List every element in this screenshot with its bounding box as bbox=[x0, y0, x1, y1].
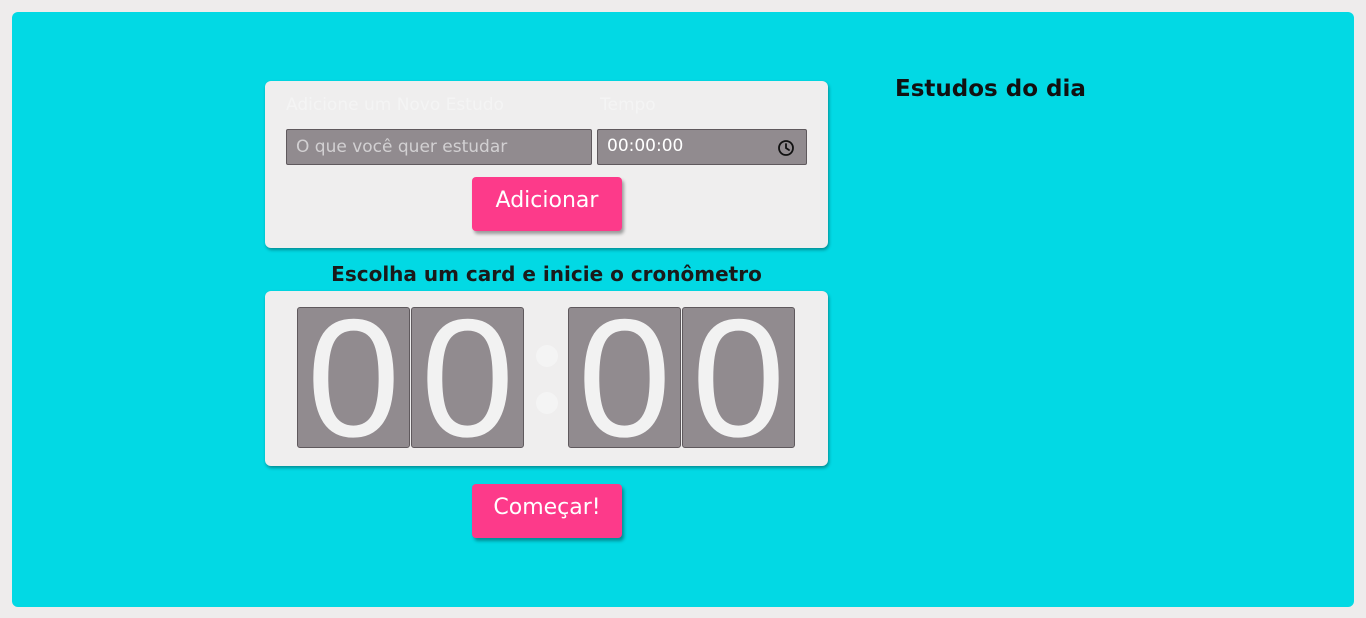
new-study-form: Adicione um Novo Estudo Tempo 00:00:00 A… bbox=[265, 81, 828, 248]
task-label: Adicione um Novo Estudo bbox=[286, 95, 504, 115]
time-label: Tempo bbox=[600, 95, 656, 115]
timer-display: 0 0 0 0 bbox=[265, 291, 828, 466]
seconds-ones-digit: 0 bbox=[682, 307, 795, 448]
start-button[interactable]: Começar! bbox=[472, 484, 622, 538]
daily-studies-title: Estudos do dia bbox=[895, 76, 1086, 102]
study-task-input[interactable] bbox=[286, 129, 592, 165]
time-value: 00:00:00 bbox=[607, 136, 684, 156]
time-input[interactable]: 00:00:00 bbox=[597, 129, 807, 165]
clock-icon[interactable] bbox=[777, 139, 795, 157]
add-button[interactable]: Adicionar bbox=[472, 177, 622, 231]
form-labels: Adicione um Novo Estudo Tempo bbox=[286, 95, 656, 115]
timer-heading: Escolha um card e inicie o cronômetro bbox=[331, 262, 762, 286]
minutes-ones-digit: 0 bbox=[411, 307, 524, 448]
colon-dot-bottom bbox=[536, 392, 558, 414]
seconds-tens-digit: 0 bbox=[568, 307, 681, 448]
app-container: Adicione um Novo Estudo Tempo 00:00:00 A… bbox=[12, 12, 1354, 607]
minutes-tens-digit: 0 bbox=[297, 307, 410, 448]
colon-dot-top bbox=[536, 345, 558, 367]
